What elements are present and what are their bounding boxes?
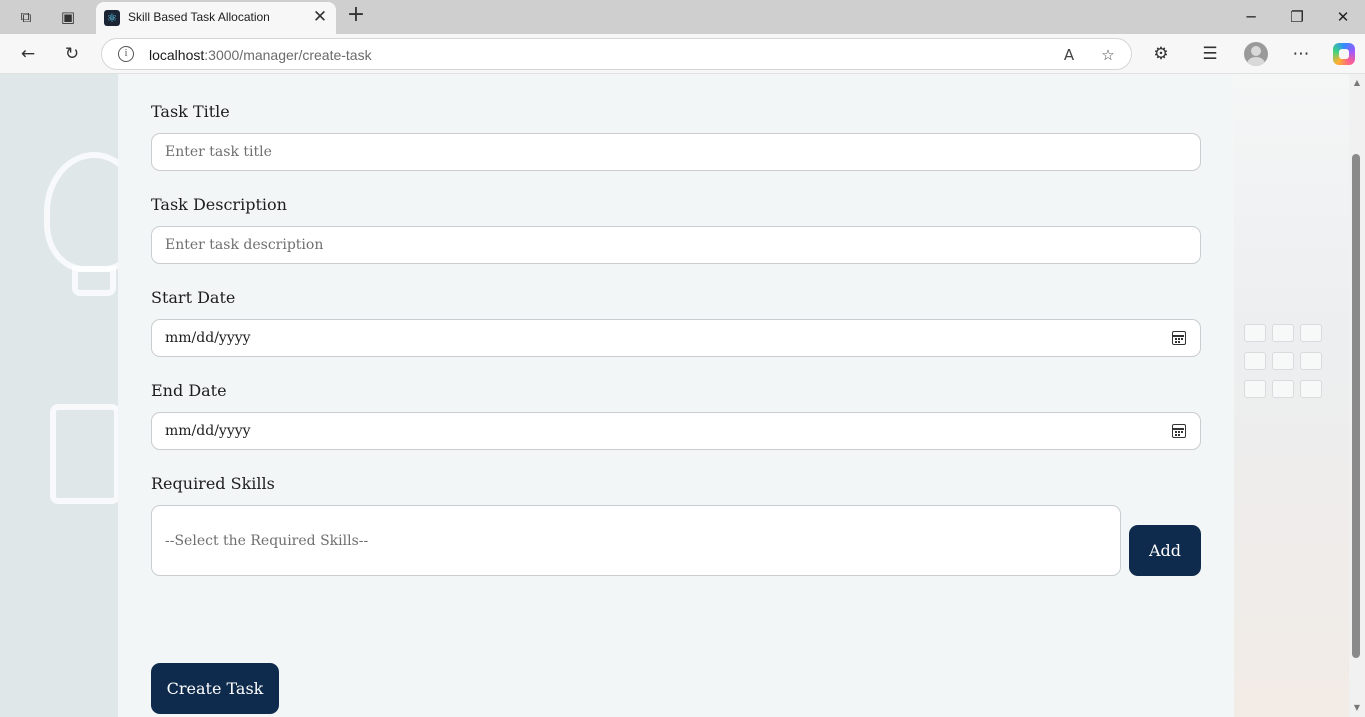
copilot-icon[interactable] (1333, 43, 1355, 65)
tab-actions-icon[interactable]: ▣ (57, 7, 79, 27)
keyboard-key (1244, 380, 1266, 398)
task-description-label: Task Description (151, 195, 287, 214)
keyboard-key (1272, 352, 1294, 370)
restore-icon[interactable]: ❐ (1285, 6, 1309, 28)
create-task-button[interactable]: Create Task (151, 663, 279, 714)
browser-toolbar: ← ↻ i localhost:3000/manager/create-task… (0, 34, 1365, 74)
page-viewport: Task Title Enter task title Task Descrip… (0, 74, 1349, 717)
add-skill-button[interactable]: Add (1129, 525, 1201, 576)
address-bar[interactable]: i localhost:3000/manager/create-task A ☆ (101, 38, 1132, 70)
tab-close-icon[interactable]: ✕ (310, 7, 330, 27)
required-skills-select[interactable]: --Select the Required Skills-- (151, 505, 1121, 576)
address-host: localhost (149, 47, 205, 63)
close-window-icon[interactable]: ✕ (1331, 6, 1355, 28)
favorites-icon[interactable]: ☰ (1198, 43, 1222, 65)
lightbulb-base-illustration (72, 266, 116, 296)
workspaces-icon[interactable]: ⧉ (15, 7, 37, 27)
task-title-input[interactable]: Enter task title (151, 133, 1201, 171)
start-date-input[interactable]: mm/dd/yyyy (151, 319, 1201, 357)
scroll-up-icon[interactable]: ▲ (1349, 76, 1365, 90)
required-skills-label: Required Skills (151, 474, 275, 493)
read-aloud-icon[interactable]: A (1058, 44, 1080, 66)
required-skills-placeholder: --Select the Required Skills-- (165, 533, 369, 549)
back-icon[interactable]: ← (16, 43, 40, 65)
tab-strip: ⧉ ▣ ⚛ Skill Based Task Allocation ✕ + ─ … (0, 0, 1365, 34)
task-description-placeholder: Enter task description (165, 237, 324, 253)
new-tab-icon[interactable]: + (345, 4, 367, 26)
browser-tab[interactable]: ⚛ Skill Based Task Allocation ✕ (96, 2, 336, 34)
address-path: :3000/manager/create-task (204, 47, 372, 63)
keyboard-key (1272, 380, 1294, 398)
site-info-icon[interactable]: i (118, 46, 134, 62)
task-title-placeholder: Enter task title (165, 144, 272, 160)
start-date-value: mm/dd/yyyy (165, 330, 251, 346)
task-description-input[interactable]: Enter task description (151, 226, 1201, 264)
favorite-star-icon[interactable]: ☆ (1097, 44, 1119, 66)
background-illustration-left (0, 74, 144, 717)
background-photo-right (1234, 74, 1349, 717)
keyboard-key (1272, 324, 1294, 342)
scroll-down-icon[interactable]: ▼ (1349, 701, 1365, 715)
end-date-label: End Date (151, 381, 227, 400)
end-date-value: mm/dd/yyyy (165, 423, 251, 439)
end-date-input[interactable]: mm/dd/yyyy (151, 412, 1201, 450)
profile-icon[interactable] (1244, 42, 1268, 66)
keyboard-key (1300, 324, 1322, 342)
address-url[interactable]: localhost:3000/manager/create-task (149, 47, 372, 63)
keyboard-key (1300, 352, 1322, 370)
task-title-label: Task Title (151, 102, 230, 121)
extensions-icon[interactable]: ⚙ (1149, 43, 1173, 65)
page-scrollbar[interactable]: ▲ ▼ (1349, 74, 1365, 717)
more-icon[interactable]: ⋯ (1289, 43, 1313, 65)
keyboard-key (1244, 352, 1266, 370)
keyboard-key (1300, 380, 1322, 398)
tab-title: Skill Based Task Allocation (128, 10, 270, 24)
calendar-icon[interactable] (1172, 424, 1186, 438)
react-favicon-icon: ⚛ (104, 10, 120, 26)
calendar-icon[interactable] (1172, 331, 1186, 345)
refresh-icon[interactable]: ↻ (60, 43, 84, 65)
scrollbar-thumb[interactable] (1352, 154, 1360, 658)
keyboard-key (1244, 324, 1266, 342)
start-date-label: Start Date (151, 288, 236, 307)
house-illustration-icon (50, 404, 120, 504)
minimize-icon[interactable]: ─ (1239, 6, 1263, 28)
